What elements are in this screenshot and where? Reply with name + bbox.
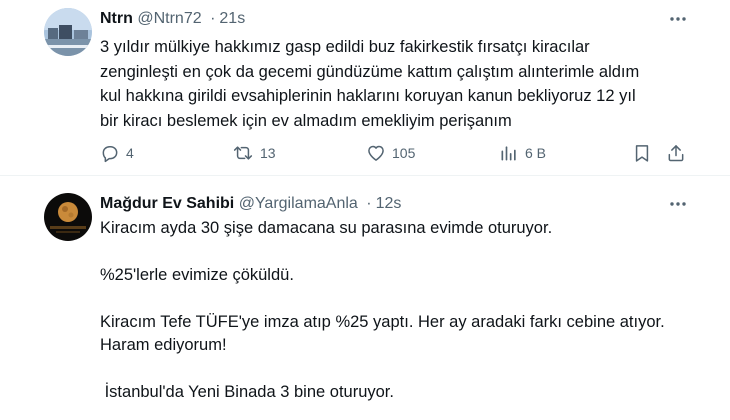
like-button[interactable]: 105 [366, 141, 415, 165]
tweet-text-line: kul hakkına girildi evsahiplerinin hakla… [100, 87, 636, 105]
tweet-text-line: zenginleşti en çok da gecemi gündüzüme k… [100, 62, 640, 81]
share-icon[interactable] [666, 141, 686, 165]
tweet-text-line: 3 yıldır mülkiye hakkımız gasp edildi bu… [100, 38, 590, 56]
retweet-button[interactable]: 13 [232, 141, 276, 165]
tweet-header: Mağdur Ev Sahibi @YargilamaAnla · 12s [100, 193, 401, 215]
tweet-header: Ntrn @Ntrn72 · 21s [100, 8, 245, 30]
reply-count: 4 [126, 145, 134, 161]
tweet-text: 3 yıldır mülkiye hakkımız gasp edildi bu… [100, 35, 700, 133]
tweet-ntrn[interactable]: Ntrn @Ntrn72 · 21s 3 yıldır mülkiye hakkı… [0, 0, 730, 176]
retweet-icon [232, 143, 254, 163]
user-handle[interactable]: @YargilamaAnla [239, 195, 358, 212]
tweet-text-line: bir kiracı beslemek için ev almadım emek… [100, 111, 512, 130]
heart-icon [366, 143, 386, 163]
bookmark-icon[interactable] [632, 141, 652, 165]
display-name[interactable]: Mağdur Ev Sahibi [100, 195, 234, 212]
tweet-text: Kiracım ayda 30 şişe damacana su parasın… [100, 217, 700, 404]
tweet-paragraph: İstanbul'da Yeni Binada 3 bine oturuyor. [100, 383, 394, 401]
tweet-magdur-ev-sahibi[interactable]: Mağdur Ev Sahibi @YargilamaAnla · 12s Kir… [0, 177, 730, 420]
tweet-paragraph: Kiracım ayda 30 şişe damacana su parasın… [100, 219, 553, 237]
more-icon[interactable] [666, 192, 690, 216]
more-icon[interactable] [666, 7, 690, 31]
separator-dot: · [366, 195, 372, 212]
views-button[interactable]: 6 B [499, 141, 546, 165]
user-handle[interactable]: @Ntrn72 [137, 10, 201, 27]
avatar-magdur-ev-sahibi[interactable] [44, 193, 92, 241]
tweet-actions: 4 13 105 6 B [0, 141, 730, 165]
tweet-timestamp[interactable]: 12s [376, 195, 402, 212]
display-name[interactable]: Ntrn [100, 10, 133, 27]
tweet-timestamp[interactable]: 21s [219, 10, 245, 27]
separator-dot: · [210, 10, 216, 27]
tweet-paragraph: %25'lerle evimize çöküldü. [100, 266, 294, 284]
like-count: 105 [392, 145, 416, 161]
views-chart-icon [499, 143, 519, 163]
reply-button[interactable]: 4 [100, 141, 134, 165]
retweet-count: 13 [260, 145, 276, 161]
reply-icon [100, 143, 120, 163]
avatar-ntrn[interactable] [44, 8, 92, 56]
tweet-paragraph: Kiracım Tefe TÜFE'ye imza atıp %25 yaptı… [100, 313, 665, 354]
views-count: 6 B [525, 145, 547, 161]
